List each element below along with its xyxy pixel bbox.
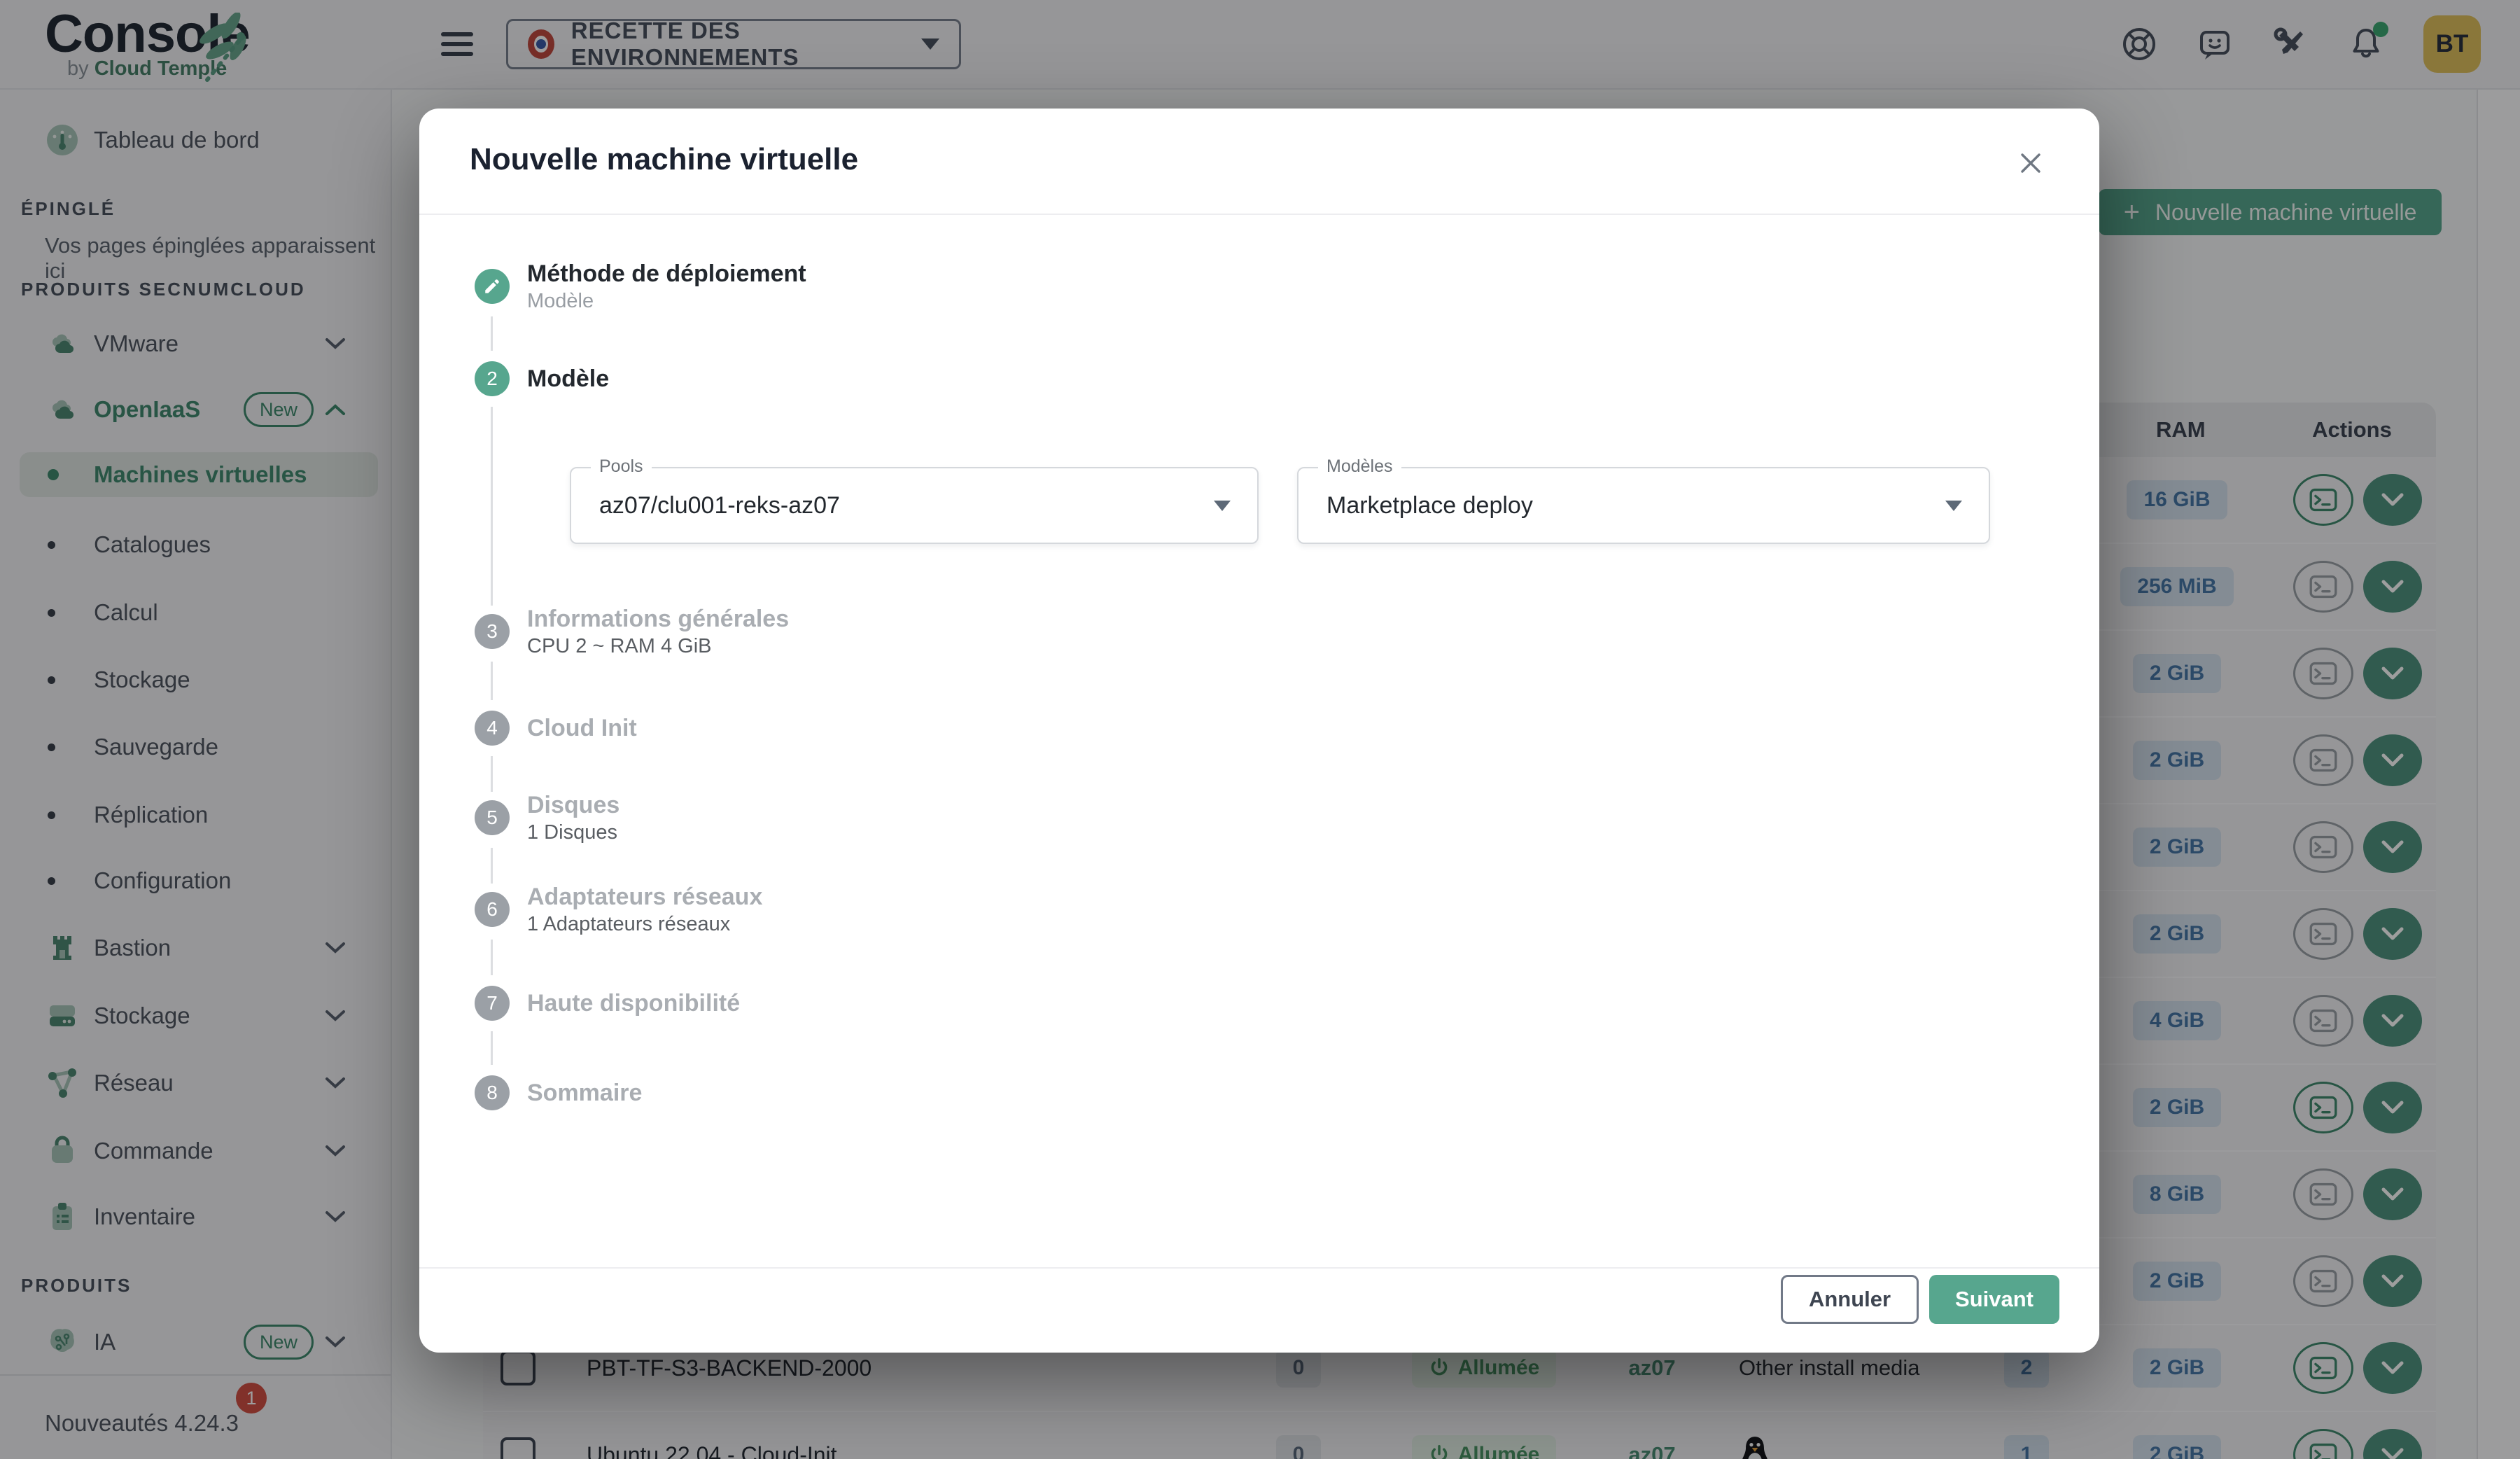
next-button[interactable]: Suivant	[1929, 1275, 2059, 1324]
step-done-dot	[475, 269, 510, 304]
step-connector	[491, 1031, 493, 1065]
step-adaptateurs-reseaux[interactable]: 6 Adaptateurs réseaux 1 Adaptateurs rése…	[475, 882, 762, 937]
chevron-down-icon	[1214, 501, 1231, 511]
step-connector	[491, 407, 493, 606]
step-cloud-init[interactable]: 4 Cloud Init	[475, 711, 637, 746]
pools-select[interactable]: Pools az07/clu001-reks-az07	[570, 467, 1259, 544]
models-select[interactable]: Modèles Marketplace deploy	[1297, 467, 1990, 544]
pencil-icon	[483, 277, 501, 295]
cancel-button[interactable]: Annuler	[1781, 1275, 1919, 1324]
step-connector	[491, 940, 493, 975]
modal-title: Nouvelle machine virtuelle	[470, 142, 858, 177]
step-haute-disponibilite[interactable]: 7 Haute disponibilité	[475, 986, 740, 1021]
chevron-down-icon	[1945, 501, 1962, 511]
step-connector	[491, 756, 493, 792]
step-sommaire[interactable]: 8 Sommaire	[475, 1075, 642, 1110]
modal-footer-divider	[419, 1267, 2099, 1269]
step-methode-deploiement[interactable]: Méthode de déploiement Modèle	[475, 259, 806, 314]
modal-header-divider	[419, 214, 2099, 215]
step-connector	[491, 848, 493, 884]
close-icon[interactable]	[2015, 148, 2046, 179]
step-connector	[491, 662, 493, 700]
step-informations-generales[interactable]: 3 Informations générales CPU 2 ~ RAM 4 G…	[475, 604, 789, 659]
step-disques[interactable]: 5 Disques 1 Disques	[475, 790, 620, 845]
app-root: Console by Cloud Temple RECETTE DES ENVI…	[0, 0, 2520, 1459]
step-connector	[491, 316, 493, 351]
step-modele[interactable]: 2 Modèle	[475, 361, 609, 396]
new-vm-modal: Nouvelle machine virtuelle Méthode de dé…	[419, 109, 2099, 1353]
